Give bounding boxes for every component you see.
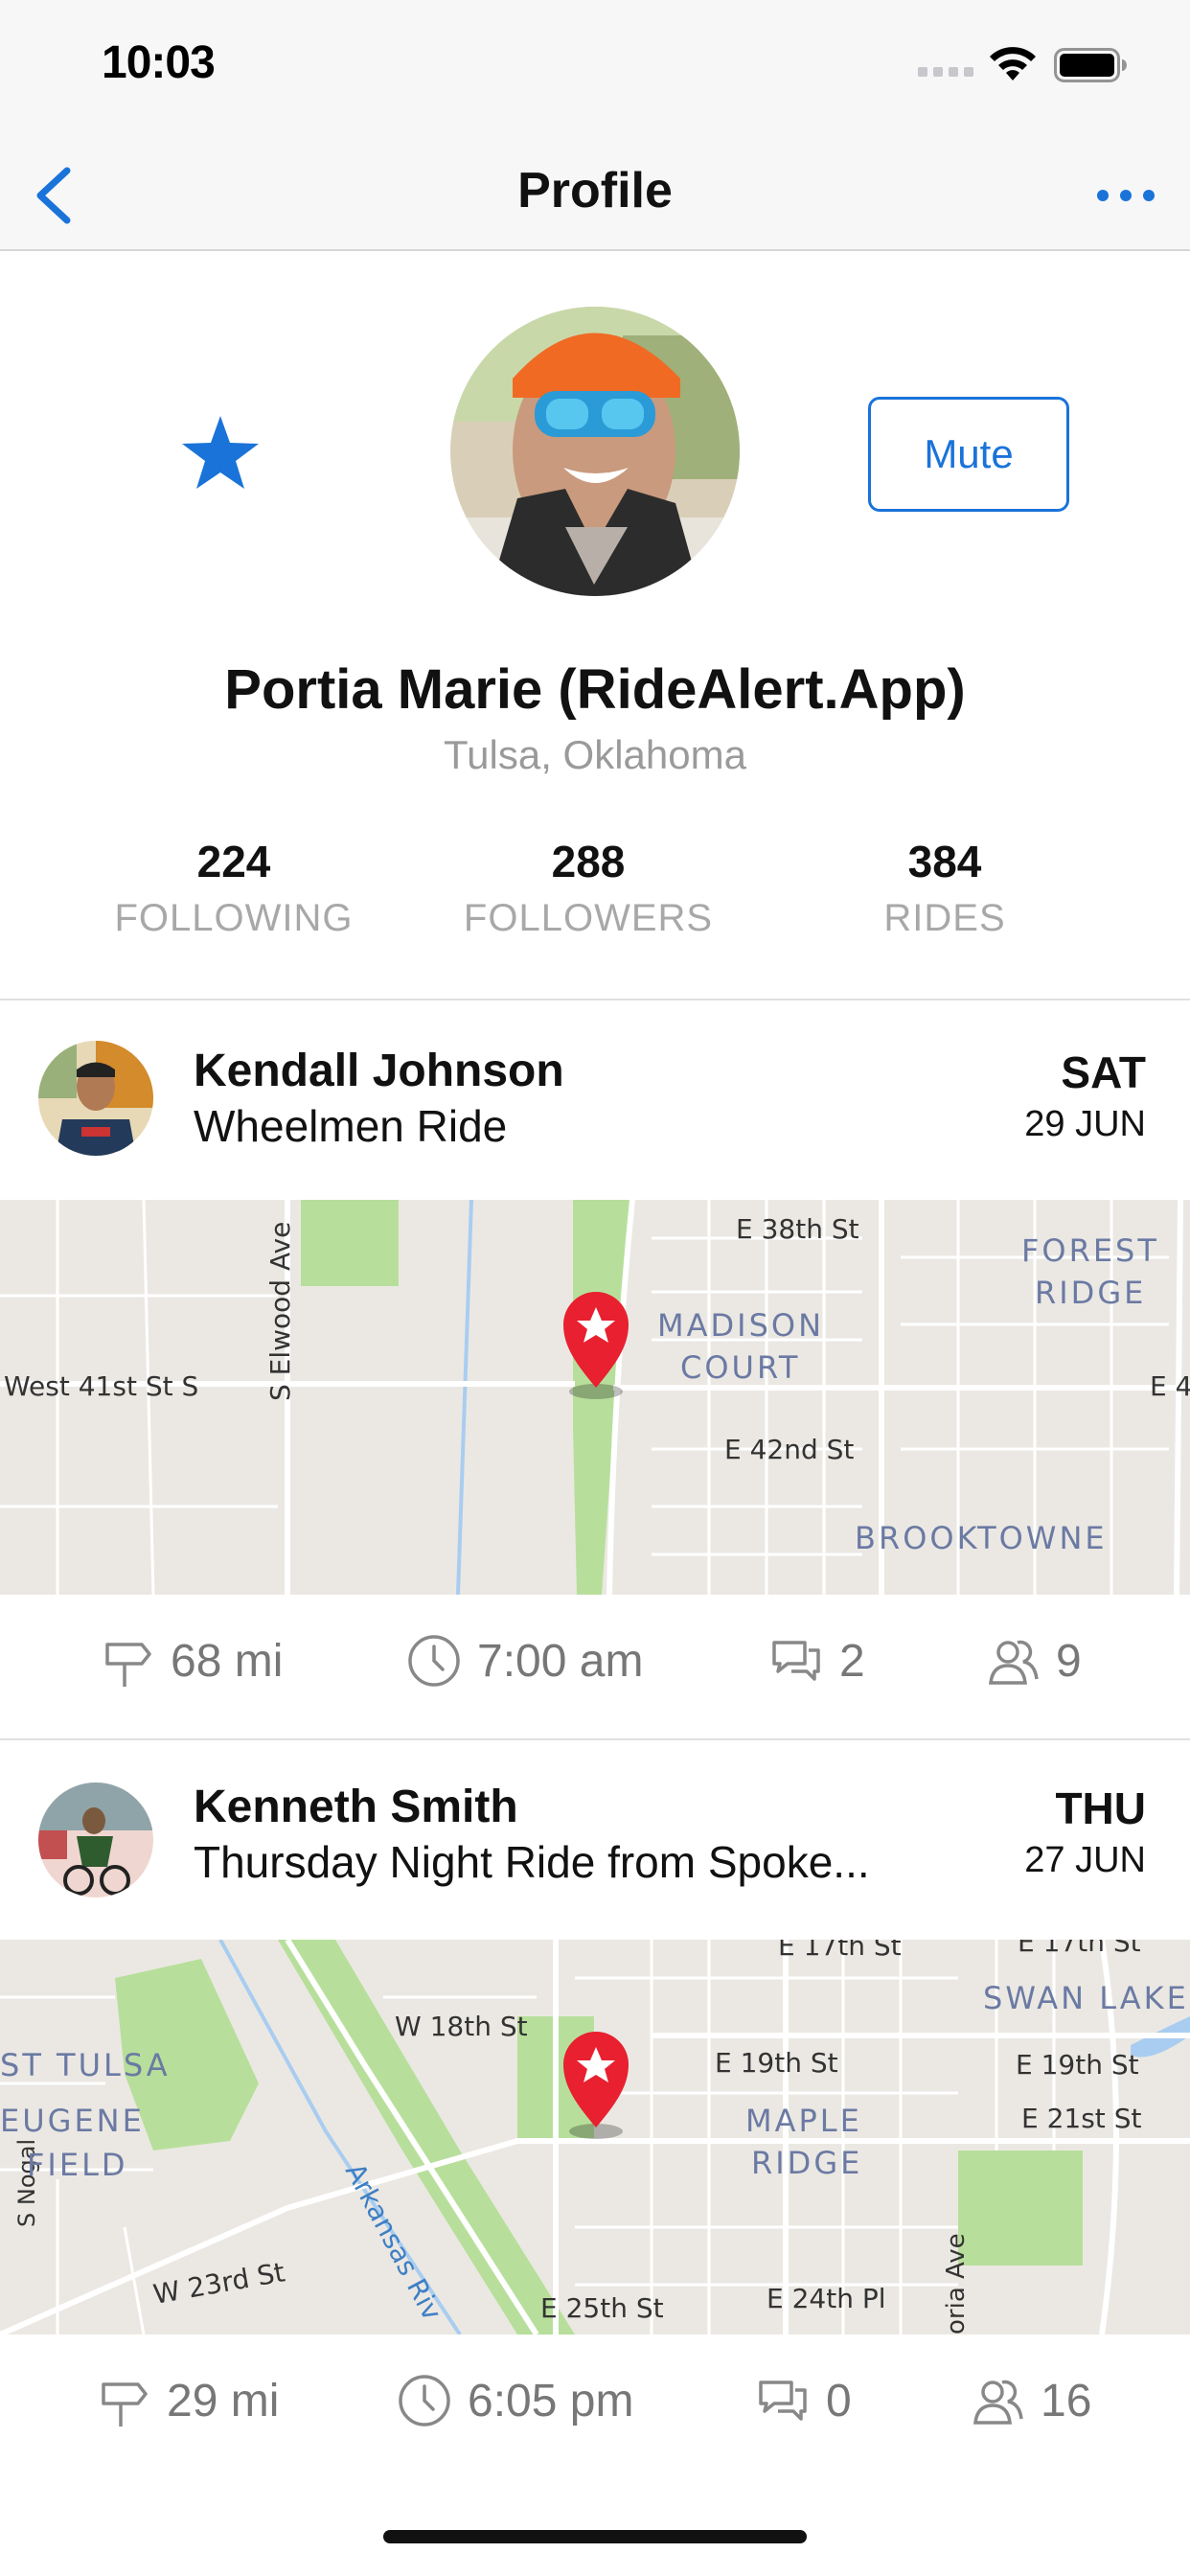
status-bar: 10:03 [0, 0, 1190, 144]
battery-icon [1054, 48, 1127, 82]
home-indicator[interactable] [383, 2530, 807, 2543]
ride-map[interactable]: E 38th St West 41st St S E 42nd St E 4 S… [0, 1200, 1190, 1595]
map-label: E 42nd St [724, 1434, 854, 1465]
stat-label: FOLLOWERS [463, 897, 714, 939]
distance-value: 68 mi [171, 1635, 284, 1687]
map-label: MAPLE [745, 2103, 862, 2139]
stat-value: 384 [907, 837, 982, 886]
park-area [958, 2150, 1083, 2266]
stat-following[interactable]: 224 FOLLOWING [71, 836, 397, 940]
map-label: E 21st St [1021, 2103, 1141, 2134]
ride-distance: 29 mi [96, 2373, 279, 2428]
profile-name: Portia Marie (RideAlert.App) [224, 658, 966, 721]
map-label: BROOKTOWNE [855, 1520, 1108, 1556]
map-label: West 41st St S [4, 1370, 198, 1402]
rider-name: Kendall Johnson [194, 1046, 564, 1096]
ride-card[interactable]: Kendall Johnson Wheelmen Ride SAT 29 JUN [0, 1000, 1190, 1738]
ride-start-time: 6:05 pm [397, 2373, 633, 2428]
ride-distance: 68 mi [100, 1633, 283, 1689]
map-label: MADISON [657, 1307, 824, 1344]
riders-icon [989, 1640, 1039, 1685]
clock-icon [399, 2375, 450, 2426]
ride-card[interactable]: Kenneth Smith Thursday Night Ride from S… [0, 1740, 1190, 2488]
stat-value: 288 [551, 837, 626, 886]
riders-count: 16 [1041, 2375, 1092, 2426]
stat-value: 224 [196, 837, 271, 886]
ride-comments[interactable]: 2 [768, 1633, 865, 1689]
map-label: FOREST [1021, 1232, 1159, 1269]
map-label: E 19th St [1016, 2049, 1139, 2081]
map-label: E 19th St [715, 2047, 838, 2079]
ride-title: Wheelmen Ride [194, 1101, 508, 1151]
more-options-icon[interactable] [1092, 178, 1159, 213]
map-label: SWAN LAKE [983, 1980, 1189, 2016]
ride-comments[interactable]: 0 [755, 2373, 852, 2428]
map-label: FIELD [27, 2147, 128, 2183]
time-value: 6:05 pm [468, 2375, 634, 2426]
wifi-icon [990, 47, 1036, 80]
ride-participants[interactable]: 9 [985, 1633, 1082, 1689]
map-label: W 18th St [395, 2011, 528, 2042]
ride-title: Thursday Night Ride from Spoke... [194, 1837, 870, 1887]
profile-avatar [450, 307, 740, 596]
stat-label: RIDES [883, 897, 1006, 939]
map-label: ST TULSA [0, 2047, 171, 2083]
mute-button[interactable]: Mute [868, 397, 1069, 512]
profile-location: Tulsa, Oklahoma [444, 732, 746, 777]
ride-date: 27 JUN [1024, 1840, 1146, 1880]
ride-date: 29 JUN [1024, 1104, 1146, 1144]
stat-rides[interactable]: 384 RIDES [782, 836, 1108, 940]
map-label: E 17th St [1018, 1940, 1141, 1958]
map-label: S Elwood Ave [264, 1222, 296, 1401]
ride-meta: 68 mi 7:00 am 2 9 [0, 1595, 1190, 1729]
comments-icon [772, 1641, 820, 1681]
ride-start-time: 7:00 am [406, 1633, 643, 1689]
distance-value: 29 mi [167, 2375, 280, 2426]
ride-meta: 29 mi 6:05 pm 0 16 [0, 2334, 1190, 2469]
map-label: E 25th St [540, 2292, 664, 2324]
map-label: E 17th St [778, 1940, 902, 1962]
stat-label: FOLLOWING [114, 897, 354, 939]
stat-followers[interactable]: 288 FOLLOWERS [425, 836, 751, 940]
comments-icon [759, 2380, 807, 2421]
riders-count: 9 [1056, 1635, 1082, 1687]
signpost-icon [105, 1643, 151, 1687]
park-area [301, 1200, 399, 1286]
signpost-icon [102, 2382, 148, 2426]
ride-day: THU [1055, 1783, 1146, 1833]
map-label: RIDGE [1035, 1275, 1146, 1311]
map-label: oria Ave [942, 2233, 971, 2334]
riders-icon [973, 2380, 1023, 2425]
map-label: E 4 [1150, 1370, 1190, 1402]
map-label: RIDGE [751, 2145, 862, 2181]
favorite-star-icon[interactable] [180, 414, 261, 491]
ride-participants[interactable]: 16 [970, 2373, 1091, 2428]
rider-avatar [38, 1041, 153, 1156]
status-time: 10:03 [102, 37, 216, 88]
comments-count: 2 [839, 1635, 865, 1687]
rider-name: Kenneth Smith [194, 1782, 518, 1832]
cellular-signal-icon [918, 67, 973, 77]
map-label: E 24th Pl [767, 2283, 886, 2314]
page-title: Profile [517, 163, 673, 218]
map-label: COURT [680, 1349, 800, 1386]
rider-avatar [38, 1782, 153, 1898]
time-value: 7:00 am [477, 1635, 644, 1687]
profile-stats: 224 FOLLOWING 288 FOLLOWERS 384 RIDES [0, 836, 1190, 951]
navigation-bar: Profile [0, 144, 1190, 251]
map-label: E 38th St [736, 1213, 859, 1245]
clock-icon [408, 1635, 460, 1687]
map-label: EUGENE [0, 2103, 145, 2139]
comments-count: 0 [826, 2375, 852, 2426]
ride-map[interactable]: E 17th St E 17th St W 18th St E 19th St … [0, 1940, 1190, 2334]
ride-day: SAT [1061, 1047, 1146, 1097]
